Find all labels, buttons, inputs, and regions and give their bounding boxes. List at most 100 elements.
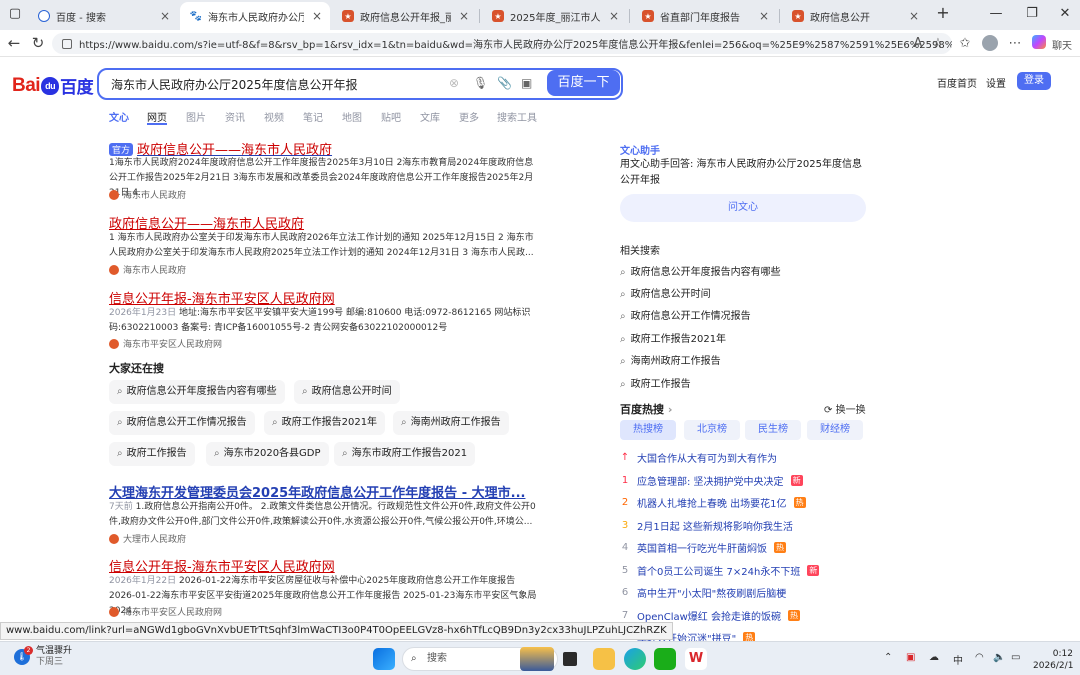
tab-news[interactable]: 资讯 [225, 109, 245, 124]
related-search-item[interactable]: ⌕ 政府信息公开工作情况报告 [620, 307, 751, 322]
tray-cloud-icon[interactable]: ☁ [929, 652, 939, 663]
hot-item[interactable]: 5 首个0员工公司诞生 7×24h永不下班新 [620, 563, 820, 578]
ask-wenxin-button[interactable]: 问文心 [620, 194, 866, 222]
windows-start-icon[interactable] [373, 648, 395, 670]
back-arrow-icon[interactable]: ← [5, 34, 23, 52]
related-search-item[interactable]: ⌕ 政府工作报告2021年 [620, 330, 726, 345]
tab-actions-icon[interactable]: ▢ [5, 6, 25, 21]
result-source[interactable]: 海东市人民政府 [109, 188, 186, 201]
tab-search-tools[interactable]: 搜索工具 [497, 109, 537, 124]
wps-office-icon[interactable]: W [685, 648, 707, 670]
close-tab-icon[interactable]: × [757, 9, 771, 23]
maximize-button[interactable]: ❐ [1022, 6, 1042, 21]
tab-lijiang-report[interactable]: ★ 政府信息公开年报_丽江市人民政府 × [332, 4, 477, 28]
hot-item[interactable]: 7 OpenClaw爆红 会抢走谁的饭碗热 [620, 608, 800, 623]
task-view-icon[interactable] [563, 652, 577, 666]
tab-map[interactable]: 地图 [342, 109, 362, 124]
tab-provincial-reports[interactable]: ★ 省直部门年度报告 × [632, 4, 777, 28]
result-source[interactable]: 海东市平安区人民政府网 [109, 605, 222, 618]
also-searched-chip[interactable]: ⌕ 海南州政府工作报告 [393, 411, 509, 435]
tab-tieba[interactable]: 贴吧 [381, 109, 401, 124]
hot-search-heading[interactable]: 百度热搜 › [620, 401, 672, 417]
result-source[interactable]: 大理市人民政府 [109, 532, 186, 545]
tab-notes[interactable]: 笔记 [303, 109, 323, 124]
also-searched-chip[interactable]: ⌕ 海东市政府工作报告2021 [334, 442, 476, 466]
baidu-home-link[interactable]: 百度首页 [937, 75, 977, 90]
close-tab-icon[interactable]: × [310, 9, 324, 23]
profile-avatar[interactable] [982, 35, 998, 51]
tab-web[interactable]: 网页 [147, 109, 167, 124]
clear-icon[interactable]: ⊗ [449, 76, 459, 90]
result-source[interactable]: 海东市平安区人民政府网 [109, 337, 222, 350]
tab-video[interactable]: 视频 [264, 109, 284, 124]
collections-icon[interactable]: ✩ [957, 36, 973, 51]
related-search-item[interactable]: ⌕ 政府工作报告 [620, 375, 691, 390]
hot-tab-trending[interactable]: 热搜榜 [620, 420, 676, 440]
edge-browser-icon[interactable] [624, 648, 646, 670]
tray-app-icon[interactable]: ▣ [906, 652, 915, 663]
tab-more[interactable]: 更多 [459, 109, 479, 124]
close-window-button[interactable]: ✕ [1055, 6, 1075, 21]
file-explorer-icon[interactable] [593, 648, 615, 670]
hot-item[interactable]: 2 机器人扎堆抢上春晚 出场要花1亿热 [620, 495, 806, 510]
copilot-icon[interactable] [1032, 35, 1046, 49]
battery-icon[interactable]: ▭ [1011, 652, 1020, 663]
copilot-label[interactable]: 聊天 [1050, 37, 1074, 52]
tab-images[interactable]: 图片 [186, 109, 206, 124]
also-searched-chip[interactable]: ⌕ 政府工作报告 [109, 442, 195, 466]
also-searched-chip[interactable]: ⌕ 政府信息公开时间 [294, 380, 400, 404]
close-tab-icon[interactable]: × [607, 9, 621, 23]
hot-item[interactable]: 3 2月1日起 这些新规将影响你我生活 [620, 518, 793, 533]
settings-link[interactable]: 设置 [986, 75, 1006, 90]
address-bar[interactable]: https://www.baidu.com/s?ie=utf-8&f=8&rsv… [52, 33, 952, 54]
hot-tab-livelihood[interactable]: 民生榜 [745, 420, 801, 440]
hot-item[interactable]: 4 英国首相一行吃光牛肝菌焖饭热 [620, 540, 786, 555]
weather-widget[interactable]: 🌡 2 气温骤升 下周三 [14, 646, 72, 668]
tab-gov-info-open[interactable]: ★ 政府信息公开 × [782, 4, 927, 28]
hot-tab-finance[interactable]: 财经榜 [807, 420, 863, 440]
close-tab-icon[interactable]: × [158, 9, 172, 23]
wifi-icon[interactable]: ◠ [975, 652, 984, 663]
favorite-star-icon[interactable]: ☆ [930, 36, 946, 51]
system-clock[interactable]: 0:12 2026/2/1 [1033, 648, 1073, 672]
tab-active-query[interactable]: 🐾 海东市人民政府办公厅2025年度信息公开年报 × [180, 2, 330, 30]
tray-overflow-icon[interactable]: ⌃ [884, 652, 892, 663]
result-title[interactable]: 信息公开年报-海东市平安区人民政府网 [109, 556, 335, 575]
image-search-icon[interactable]: ▣ [521, 76, 532, 90]
minimize-button[interactable]: — [986, 6, 1006, 21]
login-button[interactable]: 登录 [1017, 72, 1051, 90]
hot-item[interactable]: 1 应急管理部: 坚决拥护党中央决定新 [620, 473, 803, 488]
wechat-icon[interactable] [654, 648, 676, 670]
hot-tab-beijing[interactable]: 北京榜 [684, 420, 740, 440]
also-searched-chip[interactable]: ⌕ 政府信息公开工作情况报告 [109, 411, 255, 435]
refresh-hot-button[interactable]: ⟳ 换一换 [824, 401, 866, 416]
baidu-logo[interactable]: Bai du 百度 [12, 73, 94, 98]
search-button[interactable]: 百度一下 [547, 70, 620, 96]
close-tab-icon[interactable]: × [907, 9, 921, 23]
read-aloud-icon[interactable]: A [910, 36, 926, 51]
related-search-item[interactable]: ⌕ 政府信息公开时间 [620, 285, 711, 300]
result-source[interactable]: 海东市人民政府 [109, 263, 186, 276]
tab-wenku[interactable]: 文库 [420, 109, 440, 124]
site-info-icon[interactable] [62, 38, 72, 49]
result-title[interactable]: 信息公开年报-海东市平安区人民政府网 [109, 288, 335, 307]
search-box[interactable]: 海东市人民政府办公厅2025年度信息公开年报 ⊗ 🎙 📎 ▣ [97, 68, 623, 100]
volume-icon[interactable]: 🔈 [993, 652, 1005, 663]
hot-item[interactable]: ↑ 大国合作从大有可为到大有作为 [620, 450, 777, 465]
tab-wenxin[interactable]: 文心 [109, 109, 129, 124]
reload-icon[interactable]: ↻ [29, 34, 47, 52]
related-search-item[interactable]: ⌕ 政府信息公开年度报告内容有哪些 [620, 263, 781, 278]
tab-lijiang-2025[interactable]: ★ 2025年度_丽江市人民政府 × [482, 4, 627, 28]
also-searched-chip[interactable]: ⌕ 政府工作报告2021年 [264, 411, 386, 435]
microphone-icon[interactable]: 🎙 [473, 76, 488, 90]
search-input[interactable]: 海东市人民政府办公厅2025年度信息公开年报 [111, 76, 358, 93]
also-searched-chip[interactable]: ⌕ 政府信息公开年度报告内容有哪些 [109, 380, 285, 404]
hot-item[interactable]: 6 高中生开"小太阳"熬夜刷剧后脑梗 [620, 585, 786, 600]
result-title[interactable]: 政府信息公开——海东市人民政府 [109, 213, 304, 232]
also-searched-chip[interactable]: ⌕ 海东市2020各县GDP [206, 442, 329, 466]
input-method-indicator[interactable]: 中 [953, 652, 963, 667]
related-search-item[interactable]: ⌕ 海南州政府工作报告 [620, 352, 721, 367]
tab-baidu-search[interactable]: 百度 - 搜索 × [28, 4, 178, 28]
new-tab-button[interactable]: + [933, 3, 953, 22]
attachment-icon[interactable]: 📎 [497, 76, 512, 90]
